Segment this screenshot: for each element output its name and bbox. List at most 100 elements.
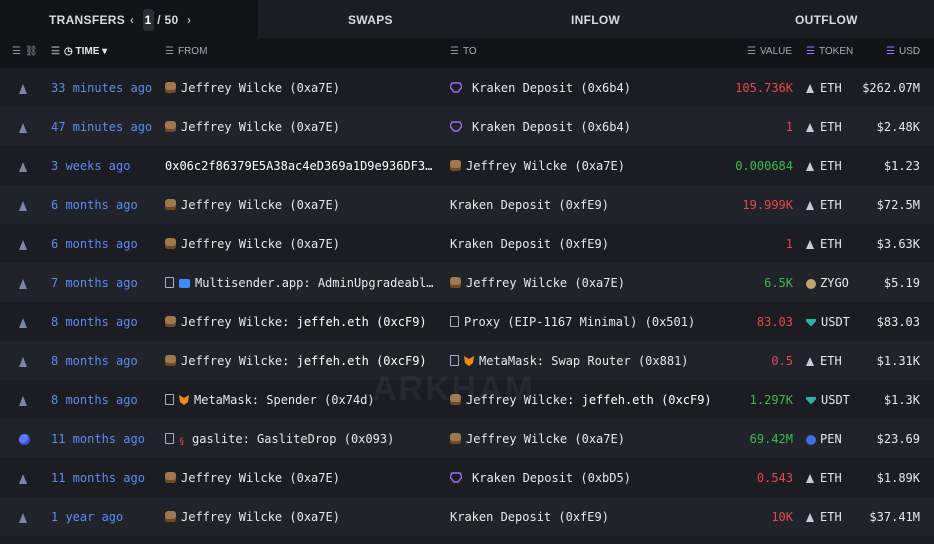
time-link[interactable]: 6 months ago: [51, 185, 161, 224]
from-cell[interactable]: Jeffrey Wilcke (0xa7E): [165, 68, 440, 107]
token-cell[interactable]: ETH: [806, 497, 866, 536]
table-row[interactable]: 11 months ago Jeffrey Wilcke (0xa7E) Kra…: [0, 458, 934, 497]
filter-icon[interactable]: ☰: [165, 46, 174, 57]
header-value[interactable]: ☰ VALUE: [747, 38, 792, 68]
table-row[interactable]: 8 months ago Jeffrey Wilcke: jeffeh.eth …: [0, 341, 934, 380]
from-cell[interactable]: Jeffrey Wilcke (0xa7E): [165, 458, 440, 497]
table-row[interactable]: 11 months ago § gaslite: GasliteDrop (0x0…: [0, 419, 934, 458]
filter-icon[interactable]: ☰: [806, 46, 815, 57]
to-cell[interactable]: Proxy (EIP-1167 Minimal) (0x501): [450, 302, 740, 341]
header-usd[interactable]: ☰ USD: [886, 38, 920, 68]
header-from[interactable]: ☰ FROM: [165, 38, 207, 68]
to-cell[interactable]: Kraken Deposit (0x6b4): [450, 68, 740, 107]
time-link[interactable]: 47 minutes ago: [51, 107, 161, 146]
token-cell[interactable]: ETH: [806, 146, 866, 185]
from-cell[interactable]: Jeffrey Wilcke (0xa7E): [165, 185, 440, 224]
from-cell[interactable]: § gaslite: GasliteDrop (0x093): [165, 419, 440, 458]
token-cell[interactable]: USDT: [806, 302, 866, 341]
header-time[interactable]: ☰ ◷ TIME ▾: [51, 38, 107, 68]
to-cell[interactable]: Jeffrey Wilcke (0xa7E): [450, 419, 740, 458]
table-row[interactable]: 47 minutes ago Jeffrey Wilcke (0xa7E) Kr…: [0, 107, 934, 146]
chain-cell: [19, 263, 33, 302]
token-cell[interactable]: ETH: [806, 224, 866, 263]
filter-icon[interactable]: ☰: [886, 46, 895, 57]
from-cell[interactable]: Jeffrey Wilcke (0xa7E): [165, 224, 440, 263]
table-row[interactable]: 8 months ago Jeffrey Wilcke: jeffeh.eth …: [0, 302, 934, 341]
to-cell[interactable]: Jeffrey Wilcke: jeffeh.eth (0xcF9): [450, 380, 740, 419]
from-cell[interactable]: Multisender.app: AdminUpgradeabl…: [165, 263, 440, 302]
token-label: ETH: [820, 198, 842, 212]
from-label: Jeffrey Wilcke (0xa7E): [181, 471, 340, 485]
time-link[interactable]: 11 months ago: [51, 458, 161, 497]
eth-token-icon: [806, 357, 814, 366]
table-row[interactable]: 33 minutes ago Jeffrey Wilcke (0xa7E) Kr…: [0, 68, 934, 107]
tab-transfers[interactable]: TRANSFERS ‹ 1 / 50 ›: [0, 0, 258, 38]
filter-icon[interactable]: ☰: [12, 46, 21, 57]
chain-cell: [19, 302, 33, 341]
filter-icon[interactable]: ☰: [450, 46, 459, 57]
to-label: Proxy (EIP-1167 Minimal) (0x501): [464, 315, 696, 329]
header-to[interactable]: ☰ TO: [450, 38, 477, 68]
from-address[interactable]: 0x06c2f86379E5A38ac4eD369a1D9e936DF3…: [165, 146, 440, 185]
header-token[interactable]: ☰ TOKEN: [806, 38, 853, 68]
from-label: Jeffrey Wilcke (0xa7E): [181, 120, 340, 134]
from-cell[interactable]: Jeffrey Wilcke (0xa7E): [165, 107, 440, 146]
time-link[interactable]: 8 months ago: [51, 341, 161, 380]
to-cell[interactable]: Kraken Deposit (0xfE9): [450, 497, 740, 536]
tab-outflow[interactable]: OUTFLOW: [795, 0, 858, 38]
tab-swaps[interactable]: SWAPS: [348, 0, 393, 38]
to-cell[interactable]: Jeffrey Wilcke (0xa7E): [450, 146, 740, 185]
table-row[interactable]: 3 weeks ago 0x06c2f86379E5A38ac4eD369a1D…: [0, 146, 934, 185]
from-cell[interactable]: MetaMask: Spender (0x74d): [165, 380, 440, 419]
to-cell[interactable]: Kraken Deposit (0x6b4): [450, 107, 740, 146]
ethereum-icon: [19, 473, 27, 484]
filter-icon[interactable]: ☰: [747, 46, 756, 57]
token-cell[interactable]: ETH: [806, 107, 866, 146]
from-cell[interactable]: Jeffrey Wilcke (0xa7E): [165, 497, 440, 536]
table-row[interactable]: 6 months ago Jeffrey Wilcke (0xa7E) Krak…: [0, 185, 934, 224]
token-cell[interactable]: ETH: [806, 68, 866, 107]
time-link[interactable]: 6 months ago: [51, 224, 161, 263]
ethereum-icon: [19, 239, 27, 250]
chevron-right-icon[interactable]: ›: [182, 9, 196, 31]
time-link[interactable]: 33 minutes ago: [51, 68, 161, 107]
token-cell[interactable]: ETH: [806, 458, 866, 497]
ethereum-icon: [19, 278, 27, 289]
from-cell[interactable]: Jeffrey Wilcke: jeffeh.eth (0xcF9): [165, 341, 440, 380]
to-cell[interactable]: Kraken Deposit (0xbD5): [450, 458, 740, 497]
time-link[interactable]: 11 months ago: [51, 419, 161, 458]
chevron-left-icon[interactable]: ‹: [125, 9, 139, 31]
time-link[interactable]: 7 months ago: [51, 263, 161, 302]
from-label: gaslite: GasliteDrop (0x093): [192, 432, 395, 446]
token-cell[interactable]: PEN: [806, 419, 866, 458]
to-cell[interactable]: Jeffrey Wilcke (0xa7E): [450, 263, 740, 302]
time-link[interactable]: 3 weeks ago: [51, 146, 161, 185]
eth-token-icon: [806, 162, 814, 171]
from-cell[interactable]: Jeffrey Wilcke: jeffeh.eth (0xcF9): [165, 302, 440, 341]
table-row[interactable]: 1 year ago Jeffrey Wilcke (0xa7E) Kraken…: [0, 497, 934, 536]
token-cell[interactable]: ETH: [806, 341, 866, 380]
table-row[interactable]: 6 months ago Jeffrey Wilcke (0xa7E) Krak…: [0, 224, 934, 263]
token-cell[interactable]: ETH: [806, 185, 866, 224]
tab-inflow[interactable]: INFLOW: [571, 0, 620, 38]
table-row[interactable]: 7 months ago Multisender.app: AdminUpgra…: [0, 263, 934, 302]
token-cell[interactable]: ZYGO: [806, 263, 866, 302]
link-icon[interactable]: ⛓: [25, 46, 38, 57]
header-usd-label: USD: [898, 46, 921, 57]
usd-cell: $1.89K: [876, 471, 920, 485]
table-row[interactable]: 8 months ago MetaMask: Spender (0x74d) J…: [0, 380, 934, 419]
value-cell: 10K: [771, 510, 793, 524]
token-label: USDT: [821, 315, 850, 329]
to-cell[interactable]: Kraken Deposit (0xfE9): [450, 185, 740, 224]
to-cell[interactable]: MetaMask: Swap Router (0x881): [450, 341, 740, 380]
token-label: ETH: [820, 510, 842, 524]
time-link[interactable]: 8 months ago: [51, 380, 161, 419]
eth-token-icon: [806, 123, 814, 132]
time-link[interactable]: 8 months ago: [51, 302, 161, 341]
filter-icon[interactable]: ☰: [51, 46, 60, 57]
token-label: ETH: [820, 471, 842, 485]
time-link[interactable]: 1 year ago: [51, 497, 161, 536]
token-cell[interactable]: USDT: [806, 380, 866, 419]
avatar-icon: [450, 160, 461, 171]
to-cell[interactable]: Kraken Deposit (0xfE9): [450, 224, 740, 263]
